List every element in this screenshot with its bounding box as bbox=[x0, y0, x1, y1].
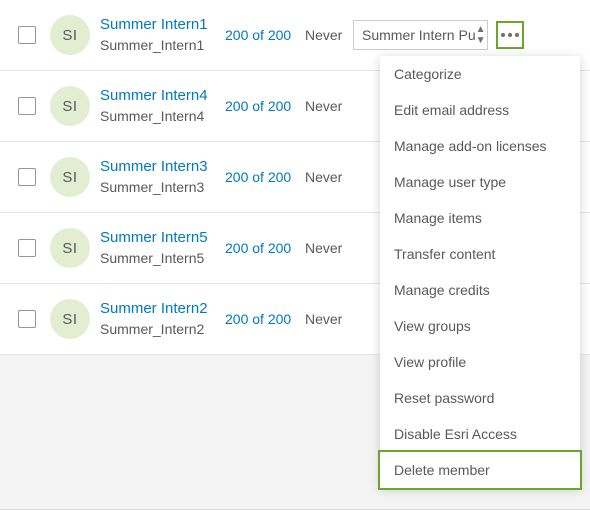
display-name-link[interactable]: Summer Intern2 bbox=[100, 299, 225, 319]
menu-item-manage-user-type[interactable]: Manage user type bbox=[380, 164, 580, 200]
display-name-link[interactable]: Summer Intern5 bbox=[100, 228, 225, 248]
menu-item-manage-add-on-licenses[interactable]: Manage add-on licenses bbox=[380, 128, 580, 164]
menu-item-reset-password[interactable]: Reset password bbox=[380, 380, 580, 416]
ellipsis-icon bbox=[501, 33, 519, 37]
menu-item-manage-items[interactable]: Manage items bbox=[380, 200, 580, 236]
menu-item-manage-credits[interactable]: Manage credits bbox=[380, 272, 580, 308]
avatar: SI bbox=[50, 15, 90, 55]
menu-item-view-groups[interactable]: View groups bbox=[380, 308, 580, 344]
actions-wrap: Summer Intern Pu▲▼ bbox=[353, 20, 576, 50]
menu-item-edit-email-address[interactable]: Edit email address bbox=[380, 92, 580, 128]
menu-item-view-profile[interactable]: View profile bbox=[380, 344, 580, 380]
avatar: SI bbox=[50, 228, 90, 268]
credits-link[interactable]: 200 of 200 bbox=[225, 27, 305, 43]
select-checkbox[interactable] bbox=[18, 97, 36, 115]
menu-item-disable-esri-access[interactable]: Disable Esri Access bbox=[380, 416, 580, 452]
select-checkbox[interactable] bbox=[18, 310, 36, 328]
role-select[interactable]: Summer Intern Pu▲▼ bbox=[353, 20, 488, 50]
last-login-label: Never bbox=[305, 169, 353, 185]
select-checkbox[interactable] bbox=[18, 168, 36, 186]
member-actions-menu: CategorizeEdit email addressManage add-o… bbox=[380, 56, 580, 488]
username-label: Summer_Intern4 bbox=[100, 107, 225, 126]
avatar: SI bbox=[50, 157, 90, 197]
chevron-updown-icon: ▲▼ bbox=[476, 25, 486, 46]
username-label: Summer_Intern2 bbox=[100, 320, 225, 339]
display-name-link[interactable]: Summer Intern3 bbox=[100, 157, 225, 177]
menu-item-delete-member[interactable]: Delete member bbox=[378, 450, 582, 490]
member-names: Summer Intern5Summer_Intern5 bbox=[100, 228, 225, 267]
menu-item-categorize[interactable]: Categorize bbox=[380, 56, 580, 92]
username-label: Summer_Intern1 bbox=[100, 36, 225, 55]
more-options-button[interactable] bbox=[496, 21, 524, 49]
last-login-label: Never bbox=[305, 27, 353, 43]
credits-link[interactable]: 200 of 200 bbox=[225, 240, 305, 256]
member-names: Summer Intern3Summer_Intern3 bbox=[100, 157, 225, 196]
credits-link[interactable]: 200 of 200 bbox=[225, 169, 305, 185]
username-label: Summer_Intern5 bbox=[100, 249, 225, 268]
select-checkbox[interactable] bbox=[18, 26, 36, 44]
role-select-value: Summer Intern Pu bbox=[362, 27, 476, 43]
select-checkbox[interactable] bbox=[18, 239, 36, 257]
avatar: SI bbox=[50, 86, 90, 126]
display-name-link[interactable]: Summer Intern4 bbox=[100, 86, 225, 106]
credits-link[interactable]: 200 of 200 bbox=[225, 98, 305, 114]
last-login-label: Never bbox=[305, 240, 353, 256]
last-login-label: Never bbox=[305, 311, 353, 327]
avatar: SI bbox=[50, 299, 90, 339]
member-names: Summer Intern2Summer_Intern2 bbox=[100, 299, 225, 338]
member-names: Summer Intern1Summer_Intern1 bbox=[100, 15, 225, 54]
display-name-link[interactable]: Summer Intern1 bbox=[100, 15, 225, 35]
member-names: Summer Intern4Summer_Intern4 bbox=[100, 86, 225, 125]
username-label: Summer_Intern3 bbox=[100, 178, 225, 197]
credits-link[interactable]: 200 of 200 bbox=[225, 311, 305, 327]
last-login-label: Never bbox=[305, 98, 353, 114]
menu-item-transfer-content[interactable]: Transfer content bbox=[380, 236, 580, 272]
